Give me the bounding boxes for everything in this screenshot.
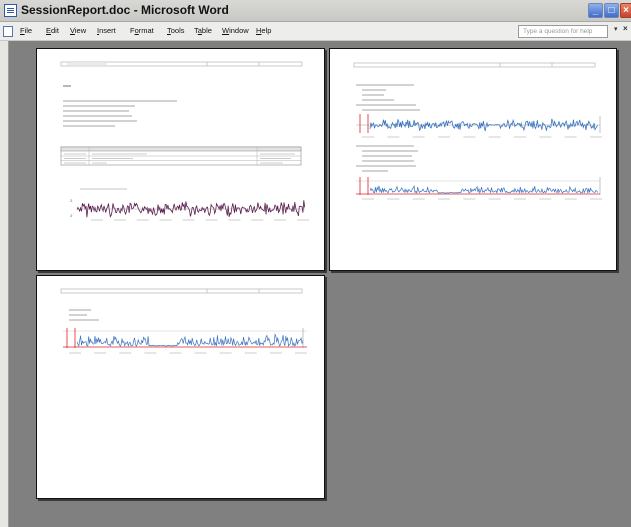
title-bar: SessionReport.doc - Microsoft Word _ □ × [0,0,631,22]
help-dropdown-icon[interactable]: ▾ [614,25,618,33]
close-document-icon[interactable]: × [623,24,628,33]
page-2-content [353,62,602,200]
page-1-signal-trace [76,200,306,218]
menu-insert[interactable]: Insert [97,26,116,35]
menu-window[interactable]: Window [222,26,249,35]
page-1-content: a a [60,61,309,221]
menu-bar: File Edit View Insert Format Tools Table… [0,22,631,41]
svg-text:a: a [70,213,73,218]
menu-edit[interactable]: Edit [46,26,59,35]
menu-view[interactable]: View [70,26,86,35]
menu-format[interactable]: Format [130,26,154,35]
page-3-chart [63,328,307,354]
page-2-header [353,62,596,68]
maximize-button[interactable]: □ [604,3,619,18]
page-1-header [60,61,303,67]
page-3[interactable] [36,275,325,499]
vertical-ruler [0,41,9,527]
menu-file[interactable]: File [20,26,32,35]
close-button[interactable]: × [620,3,631,18]
page-3-header [60,288,303,294]
document-icon[interactable] [3,26,13,37]
page-3-text-block [69,309,99,321]
minimize-button[interactable]: _ [588,3,603,18]
page-2[interactable] [329,48,617,271]
help-search-input[interactable]: Type a question for help [518,25,608,38]
page-1[interactable]: a a [36,48,325,271]
page-2-text-block-2 [356,145,418,172]
window-title: SessionReport.doc - Microsoft Word [21,3,229,17]
page-2-text-block-1 [356,84,420,111]
page-3-content [60,288,307,354]
svg-text:a: a [70,198,73,203]
page-1-signal-chart: a a [70,188,309,221]
menu-table[interactable]: Table [194,26,212,35]
page-1-table [60,146,302,166]
page-2-chart-2 [356,177,602,200]
page-1-text-block [63,85,177,127]
menu-tools[interactable]: Tools [167,26,185,35]
word-app-icon[interactable] [4,4,17,17]
page-2-chart-1 [356,114,602,138]
menu-help[interactable]: Help [256,26,271,35]
